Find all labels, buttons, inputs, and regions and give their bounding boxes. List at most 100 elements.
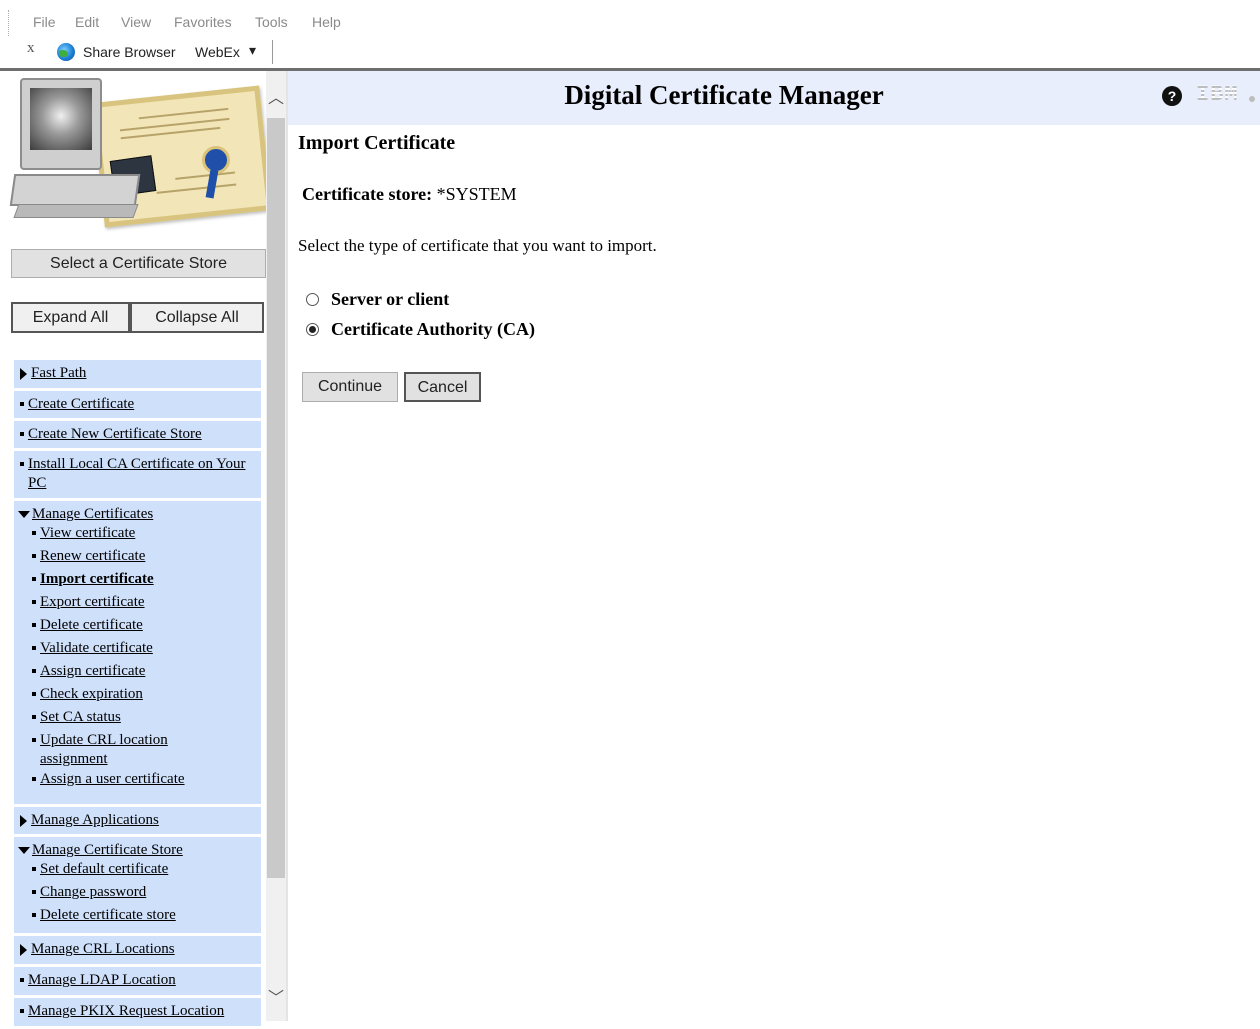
nav-manage-crl-locations: Manage CRL Locations	[14, 936, 261, 964]
manage-pkix-request-location-link[interactable]: Manage PKIX Request Location	[28, 1002, 224, 1021]
create-certificate-link[interactable]: Create Certificate	[28, 395, 134, 414]
bullet-icon	[32, 777, 36, 781]
globe-icon	[57, 43, 75, 61]
server-or-client-radio[interactable]	[306, 293, 319, 306]
bullet-icon	[20, 978, 24, 982]
nav-manage-certificate-store: Manage Certificate Store Set default cer…	[14, 837, 261, 933]
share-browser-button[interactable]: Share Browser	[83, 44, 176, 60]
install-local-ca-link[interactable]: Install Local CA Certificate on Your PC	[28, 455, 261, 493]
update-crl-location-link[interactable]: Update CRL location assignment	[40, 731, 192, 769]
frame-divider[interactable]	[286, 71, 288, 1021]
collapsed-arrow-icon[interactable]	[20, 944, 27, 956]
bullet-icon	[32, 600, 36, 604]
ibm-logo-mark	[1249, 96, 1255, 102]
scroll-up-icon[interactable]: ︿	[266, 84, 286, 107]
nav-manage-pkix-location: Manage PKIX Request Location	[14, 998, 261, 1026]
keyboard-image	[13, 204, 139, 218]
set-ca-status-link[interactable]: Set CA status	[40, 708, 121, 727]
continue-button[interactable]: Continue	[302, 372, 398, 402]
menu-help[interactable]: Help	[312, 14, 341, 30]
menu-tools[interactable]: Tools	[255, 14, 288, 30]
menu-edit[interactable]: Edit	[75, 14, 99, 30]
set-default-certificate-link[interactable]: Set default certificate	[40, 860, 168, 879]
renew-certificate-link[interactable]: Renew certificate	[40, 547, 145, 566]
assign-user-certificate-link[interactable]: Assign a user certificate	[40, 770, 185, 789]
server-or-client-label[interactable]: Server or client	[331, 289, 449, 310]
bullet-icon	[20, 432, 24, 436]
scroll-down-icon[interactable]: ﹀	[266, 984, 286, 1007]
nav-fast-path: Fast Path	[14, 360, 261, 388]
bullet-icon	[32, 867, 36, 871]
option-server-or-client[interactable]: Server or client	[306, 289, 449, 310]
sidebar-scroll-thumb[interactable]	[267, 118, 285, 878]
delete-certificate-link[interactable]: Delete certificate	[40, 616, 143, 635]
manage-certificate-store-link[interactable]: Manage Certificate Store	[32, 841, 183, 860]
manage-ldap-location-link[interactable]: Manage LDAP Location	[28, 971, 176, 990]
certificate-authority-label[interactable]: Certificate Authority (CA)	[331, 319, 535, 340]
bullet-icon	[20, 1009, 24, 1013]
app-title: Digital Certificate Manager	[564, 80, 884, 110]
nav-create-new-store: Create New Certificate Store	[14, 421, 261, 448]
task-navigation: Fast Path Create Certificate Create New …	[14, 360, 261, 1029]
create-new-certificate-store-link[interactable]: Create New Certificate Store	[28, 425, 202, 444]
certificate-store-line: Certificate store: *SYSTEM	[302, 184, 517, 205]
check-expiration-link[interactable]: Check expiration	[40, 685, 143, 704]
close-icon[interactable]: x	[27, 40, 35, 57]
expand-all-button[interactable]: Expand All	[11, 302, 130, 333]
bullet-icon	[32, 715, 36, 719]
manage-applications-link[interactable]: Manage Applications	[31, 811, 159, 830]
expanded-arrow-icon[interactable]	[18, 511, 30, 518]
collapsed-arrow-icon[interactable]	[20, 815, 27, 827]
certificate-illustration	[9, 76, 273, 228]
nav-install-local-ca: Install Local CA Certificate on Your PC	[14, 451, 261, 498]
bullet-icon	[32, 577, 36, 581]
expanded-arrow-icon[interactable]	[18, 847, 30, 854]
nav-manage-certificates: Manage Certificates View certificate Ren…	[14, 501, 261, 804]
manage-certificates-link[interactable]: Manage Certificates	[32, 505, 153, 524]
bullet-icon	[32, 531, 36, 535]
toolbar-separator	[272, 40, 273, 64]
certificate-authority-radio[interactable]	[306, 323, 319, 336]
page-title: Import Certificate	[298, 132, 456, 154]
bullet-icon	[32, 623, 36, 627]
nav-create-certificate: Create Certificate	[14, 391, 261, 418]
delete-certificate-store-link[interactable]: Delete certificate store	[40, 906, 176, 925]
bullet-icon	[20, 462, 24, 466]
view-certificate-link[interactable]: View certificate	[40, 524, 135, 543]
bullet-icon	[32, 646, 36, 650]
bullet-icon	[32, 692, 36, 696]
export-certificate-link[interactable]: Export certificate	[40, 593, 145, 612]
import-certificate-link[interactable]: Import certificate	[40, 570, 154, 589]
bullet-icon	[32, 913, 36, 917]
bullet-icon	[32, 738, 36, 742]
fast-path-link[interactable]: Fast Path	[31, 364, 86, 383]
webex-button[interactable]: WebEx	[195, 44, 240, 60]
computer-base-image	[9, 174, 141, 206]
bullet-icon	[32, 554, 36, 558]
browser-toolbar: Share Browser WebEx ▾	[0, 36, 1260, 68]
ibm-logo: IBM	[1196, 82, 1239, 107]
collapsed-arrow-icon[interactable]	[20, 368, 27, 380]
nav-manage-ldap-location: Manage LDAP Location	[14, 967, 261, 995]
validate-certificate-link[interactable]: Validate certificate	[40, 639, 153, 658]
nav-manage-applications: Manage Applications	[14, 807, 261, 834]
collapse-all-button[interactable]: Collapse All	[130, 302, 264, 333]
instruction-text: Select the type of certificate that you …	[298, 236, 657, 255]
change-password-link[interactable]: Change password	[40, 883, 146, 902]
bullet-icon	[32, 890, 36, 894]
monitor-image	[20, 78, 102, 170]
browser-menubar: File Edit View Favorites Tools Help	[0, 0, 1260, 68]
option-certificate-authority[interactable]: Certificate Authority (CA)	[306, 319, 535, 340]
bullet-icon	[20, 402, 24, 406]
certificate-store-value: *SYSTEM	[436, 184, 517, 204]
webex-dropdown-icon[interactable]: ▾	[249, 42, 256, 59]
assign-certificate-link[interactable]: Assign certificate	[40, 662, 145, 681]
select-certificate-store-button[interactable]: Select a Certificate Store	[11, 249, 266, 278]
bullet-icon	[32, 669, 36, 673]
menu-file[interactable]: File	[33, 14, 56, 30]
menu-view[interactable]: View	[121, 14, 151, 30]
menu-favorites[interactable]: Favorites	[174, 14, 232, 30]
manage-crl-locations-link[interactable]: Manage CRL Locations	[31, 940, 175, 959]
help-icon[interactable]: ?	[1162, 86, 1182, 106]
cancel-button[interactable]: Cancel	[404, 372, 481, 402]
